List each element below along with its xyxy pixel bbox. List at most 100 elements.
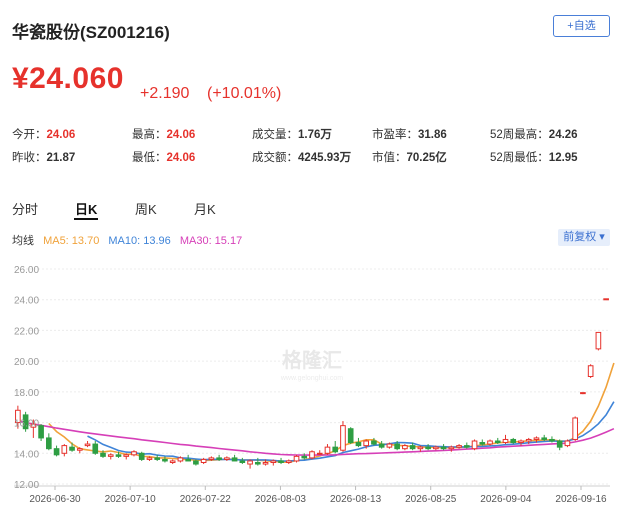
ma10-legend: MA10: 13.96 [108, 235, 171, 247]
stat-52wk-low-label: 52周最低： [490, 152, 549, 164]
stat-pe-label: 市盈率： [372, 129, 418, 141]
current-price: ¥24.060 [12, 62, 124, 95]
x-tick-label: 2026-07-22 [180, 494, 232, 505]
candle-body [448, 446, 455, 450]
candle-body [533, 437, 540, 440]
candle-body [123, 454, 130, 457]
x-tick-label: 2026-09-04 [480, 494, 532, 505]
candle-body [549, 438, 555, 442]
ma5-legend: MA5: 13.70 [43, 235, 100, 247]
candle-body [177, 457, 184, 462]
candle-body [572, 417, 578, 440]
candle-body [502, 438, 509, 444]
ma-line-ma30 [17, 420, 615, 456]
candle-body [200, 458, 207, 464]
stat-52wk-high-value: 24.26 [548, 129, 578, 141]
price-adjust-dropdown[interactable]: 前复权 ▾ [558, 229, 610, 246]
candle-body [254, 462, 261, 465]
tab-daily-k[interactable]: 日K [75, 199, 97, 218]
stat-low: 最低：24.06 [132, 149, 195, 165]
candle-body [169, 460, 176, 463]
candle-body [463, 445, 470, 448]
candle-body [409, 445, 416, 450]
ma30-legend: MA30: 15.17 [179, 235, 243, 247]
candle-body [247, 460, 253, 465]
add-to-watchlist-button[interactable]: +自选 [553, 15, 610, 37]
candle-body [479, 442, 486, 445]
stat-pe: 市盈率：31.86 [372, 126, 447, 142]
candle-body [46, 437, 52, 450]
y-tick-label: 22.00 [14, 326, 39, 337]
stat-52wk-low: 52周最低：12.95 [490, 149, 578, 165]
stat-pe-value: 31.86 [418, 129, 447, 141]
stat-volume-label: 成交量： [252, 129, 298, 141]
candle-body [216, 457, 222, 460]
candle-body [371, 440, 377, 445]
candle-body [146, 457, 153, 460]
candle-body [386, 443, 393, 448]
candle-body [456, 445, 462, 448]
x-tick-label: 2026-09-16 [555, 494, 607, 505]
candle-body [580, 392, 586, 395]
candle-body [270, 460, 277, 463]
candle-body [61, 445, 68, 454]
stat-prev-close-value: 21.87 [46, 152, 76, 164]
kline-chart[interactable]: 格隆汇 www.gelonghui.com 12.00 14.00 16.00 18.… [0, 250, 635, 510]
candle-body [69, 446, 75, 451]
candle-body [278, 460, 284, 463]
candle-body [301, 455, 308, 459]
caret-down-icon: ▾ [599, 231, 605, 243]
candle-body [224, 457, 230, 460]
stat-volume-value: 1.76万 [298, 129, 332, 141]
x-tick-label: 2026-08-13 [330, 494, 382, 505]
candle-body [316, 452, 323, 455]
candle-body [76, 448, 83, 451]
stat-high-value: 24.06 [166, 129, 196, 141]
stock-title: 华瓷股份(SZ001216) [12, 23, 170, 42]
candle-body [541, 437, 548, 440]
stat-prev-close-label: 昨收： [12, 152, 47, 164]
tab-weekly-k[interactable]: 周K [135, 199, 157, 218]
y-tick-label: 20.00 [14, 357, 39, 368]
price-adjust-label: 前复权 [563, 231, 597, 243]
stat-turnover: 成交额：4245.93万 [252, 149, 351, 165]
candle-body [556, 440, 563, 448]
candle-body [100, 452, 106, 457]
y-tick-label: 18.00 [14, 388, 39, 399]
y-tick-label: 24.00 [14, 296, 39, 307]
candle-body [131, 451, 137, 456]
stat-turnover-label: 成交额： [252, 152, 298, 164]
candle-body [84, 443, 91, 447]
candle-body [471, 440, 478, 450]
candle-body [293, 455, 300, 462]
candle-body [332, 446, 339, 453]
candle-body [107, 454, 114, 457]
candle-body [193, 460, 199, 465]
stat-open-label: 今开： [12, 129, 47, 141]
stat-prev-close: 昨收：21.87 [12, 149, 75, 165]
candle-body [363, 440, 370, 447]
candle-body [603, 298, 609, 301]
stat-52wk-high-label: 52周最高： [490, 129, 549, 141]
candle-body [262, 462, 269, 465]
candle-body [231, 457, 238, 462]
tab-monthly-k[interactable]: 月K [194, 199, 216, 218]
candle-body [347, 428, 354, 444]
watermark-url: www.gelonghui.com [280, 375, 343, 382]
candle-body [355, 442, 362, 447]
candle-body [239, 460, 246, 463]
stat-market-cap-value: 70.25亿 [406, 152, 447, 164]
stat-open-value: 24.06 [46, 129, 76, 141]
candle-body [154, 457, 161, 460]
stat-volume: 成交量：1.76万 [252, 126, 332, 142]
candle-body [309, 451, 315, 459]
candle-body [525, 438, 532, 442]
x-tick-label: 2026-06-30 [29, 494, 81, 505]
stat-high-label: 最高： [132, 129, 167, 141]
y-tick-label: 14.00 [14, 449, 39, 460]
tab-intraday[interactable]: 分时 [12, 199, 38, 218]
candle-body [185, 458, 191, 462]
candle-body [417, 446, 424, 450]
candle-body [402, 445, 408, 450]
candle-body [433, 446, 439, 450]
